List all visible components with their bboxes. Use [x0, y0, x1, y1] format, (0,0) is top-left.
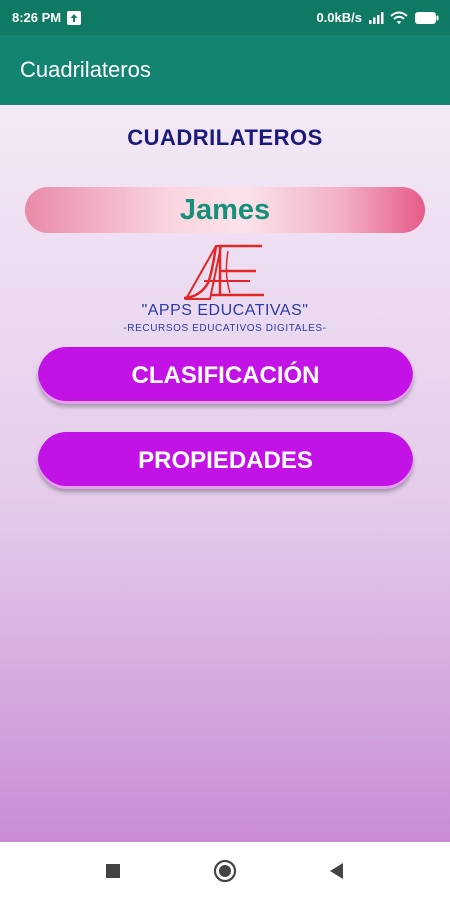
status-right: 0.0kB/s [316, 10, 440, 25]
status-bar: 8:26 PM 0.0kB/s [0, 0, 450, 35]
app-title: Cuadrilateros [20, 57, 151, 82]
logo-title: "APPS EDUCATIVAS" [141, 302, 309, 319]
recent-apps-icon[interactable] [93, 851, 133, 891]
app-bar: Cuadrilateros [0, 35, 450, 105]
propiedades-button[interactable]: PROPIEDADES [38, 432, 413, 489]
main-content: CUADRILATEROS James "APPS EDUCATIVAS" -R… [0, 105, 450, 842]
page-heading: CUADRILATEROS [127, 125, 323, 150]
clasificacion-button[interactable]: CLASIFICACIÓN [38, 347, 413, 404]
logo-subtitle: -RECURSOS EDUCATIVOS DIGITALES- [123, 323, 327, 334]
apps-educativas-logo [183, 244, 264, 300]
upload-icon [67, 10, 82, 25]
status-left: 8:26 PM [12, 10, 82, 25]
user-name-banner: James [25, 187, 425, 233]
wifi-icon [390, 11, 408, 25]
home-icon[interactable] [205, 851, 245, 891]
user-name: James [179, 193, 271, 226]
back-icon[interactable] [317, 851, 357, 891]
system-nav-bar [0, 842, 450, 900]
battery-icon [414, 11, 440, 25]
signal-icon [368, 11, 384, 24]
network-speed: 0.0kB/s [316, 10, 362, 25]
status-time: 8:26 PM [12, 10, 62, 25]
